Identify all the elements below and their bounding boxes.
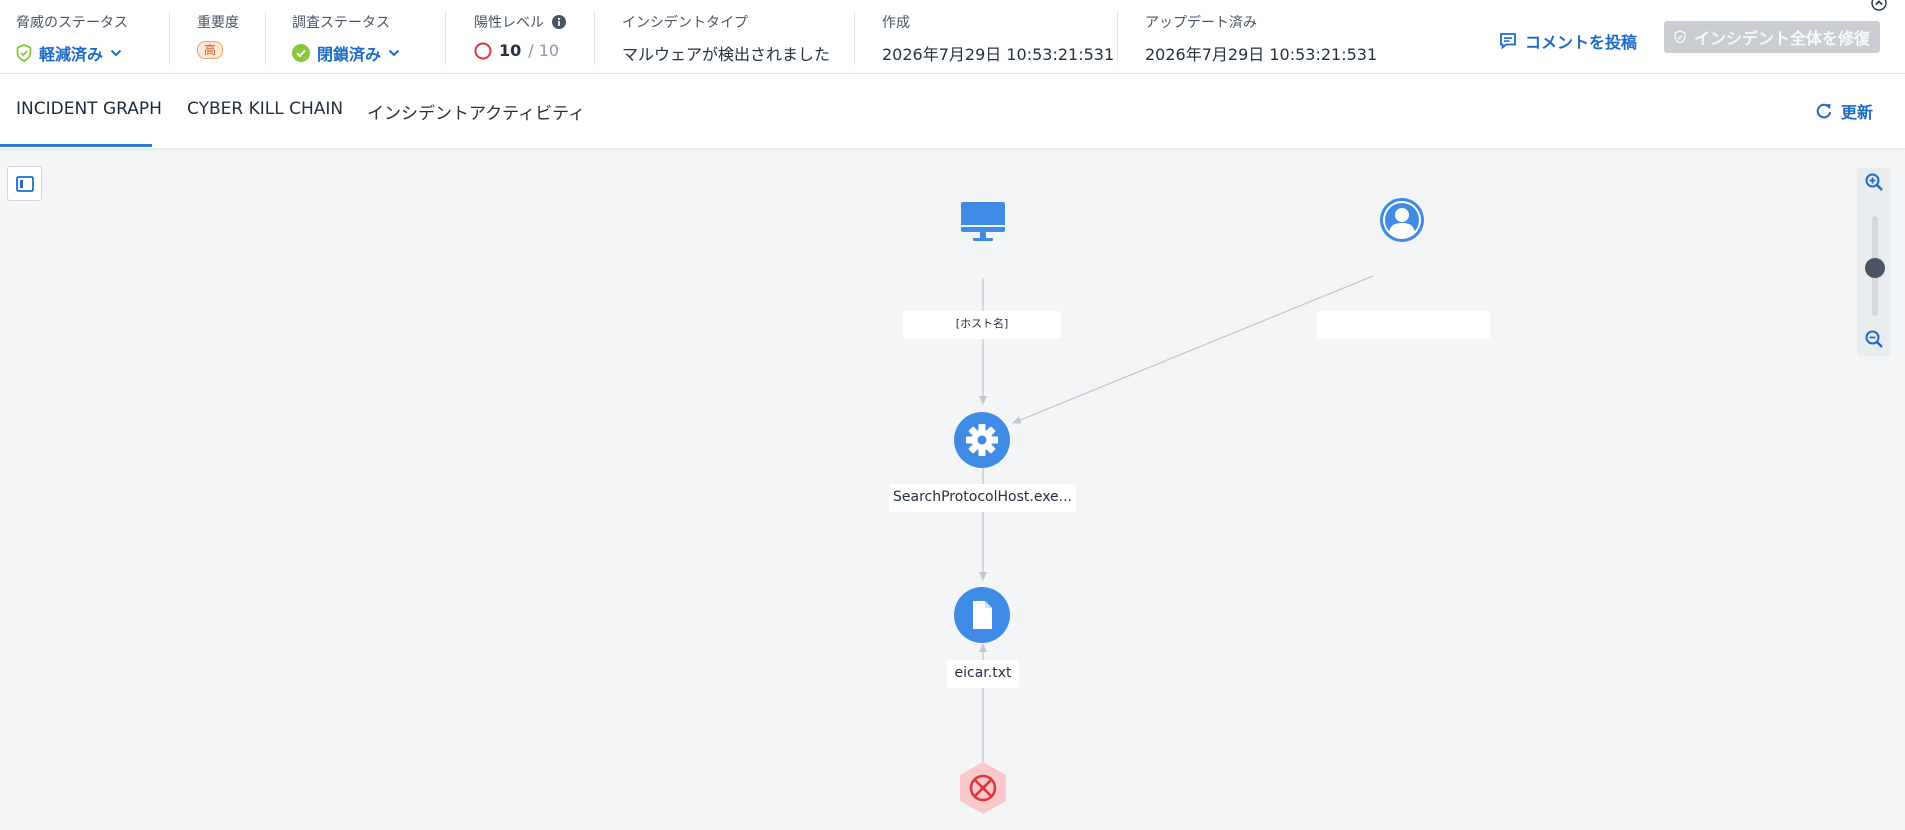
check-circle-icon xyxy=(292,44,310,62)
process-node-gear-icon[interactable] xyxy=(953,411,1011,469)
positivity-max: / 10 xyxy=(528,41,560,60)
incident-type-label: インシデントタイプ xyxy=(622,15,748,31)
tab-incident-activity[interactable]: インシデントアクティビティ xyxy=(367,99,585,124)
updated-field: アップデート済み 2026年7月29日 10:53:21:531 xyxy=(1145,12,1377,65)
edge-user-to-process xyxy=(1012,275,1374,424)
remediate-all-label: インシデント全体を修復 xyxy=(1693,29,1870,48)
investigation-status-value: 閉鎖済み xyxy=(317,45,382,64)
file-node-file-icon[interactable] xyxy=(953,586,1011,644)
refresh-button[interactable]: 更新 xyxy=(1815,99,1873,123)
refresh-icon xyxy=(1816,103,1832,119)
threat-status-field: 脅威のステータス 軽減済み xyxy=(16,12,128,65)
created-label: 作成 xyxy=(882,15,910,31)
file-node-label[interactable]: eicar.txt xyxy=(947,660,1019,688)
investigation-status-dropdown[interactable]: 閉鎖済み xyxy=(292,41,400,65)
positivity-field: 陽性レベル 10 / 10 xyxy=(474,12,566,60)
threat-status-label: 脅威のステータス xyxy=(16,15,128,31)
tab-cyber-kill-chain[interactable]: CYBER KILL CHAIN xyxy=(187,99,343,119)
divider xyxy=(265,11,266,65)
threat-status-dropdown[interactable]: 軽減済み xyxy=(16,41,128,65)
updated-value: 2026年7月29日 10:53:21:531 xyxy=(1145,45,1378,64)
shield-check-icon xyxy=(1674,30,1686,44)
severity-field: 重要度 高 xyxy=(197,12,239,59)
user-node-user-icon[interactable] xyxy=(1378,196,1426,244)
incident-graph-canvas[interactable]: [ホスト名] SearchProtocolHost.exe... eicar.t xyxy=(0,148,1905,830)
divider xyxy=(1117,11,1118,65)
positivity-value: 10 xyxy=(499,41,522,60)
active-tab-indicator xyxy=(0,144,152,147)
shield-check-icon xyxy=(16,44,32,62)
severity-badge: 高 xyxy=(197,41,224,59)
divider xyxy=(169,11,170,65)
updated-label: アップデート済み xyxy=(1145,15,1257,31)
collapse-up-icon[interactable] xyxy=(1871,0,1887,11)
positivity-ring-icon xyxy=(474,42,492,59)
post-comment-button[interactable]: コメントを投稿 xyxy=(1499,25,1637,57)
incident-header: 脅威のステータス 軽減済み 重要度 高 調査ステータス 閉鎖済み 陽性レベル 1… xyxy=(0,0,1905,74)
divider xyxy=(445,11,446,65)
post-comment-label: コメントを投稿 xyxy=(1525,33,1638,52)
investigation-status-field: 調査ステータス 閉鎖済み xyxy=(292,12,400,65)
investigation-status-label: 調査ステータス xyxy=(292,15,390,31)
host-node-monitor-icon[interactable] xyxy=(959,198,1007,246)
detection-node-threat-icon[interactable] xyxy=(957,760,1009,816)
info-icon[interactable] xyxy=(552,15,566,29)
incident-type-field: インシデントタイプ マルウェアが検出されました xyxy=(622,12,830,65)
severity-label: 重要度 xyxy=(197,15,239,31)
divider xyxy=(854,11,855,65)
divider xyxy=(594,11,595,65)
created-value: 2026年7月29日 10:53:21:531 xyxy=(882,45,1115,64)
chevron-down-icon xyxy=(110,49,122,57)
remediate-all-button[interactable]: インシデント全体を修復 xyxy=(1664,21,1880,53)
incident-tabs: INCIDENT GRAPH CYBER KILL CHAIN インシデントアク… xyxy=(0,74,1905,148)
comment-icon xyxy=(1500,33,1516,50)
tab-incident-graph[interactable]: INCIDENT GRAPH xyxy=(16,99,162,119)
created-field: 作成 2026年7月29日 10:53:21:531 xyxy=(882,12,1114,65)
user-node-label[interactable] xyxy=(1317,311,1490,339)
host-node-label[interactable]: [ホスト名] xyxy=(903,311,1061,339)
chevron-down-icon xyxy=(388,49,400,57)
positivity-label: 陽性レベル xyxy=(474,15,544,31)
process-node-label[interactable]: SearchProtocolHost.exe... xyxy=(889,484,1076,512)
refresh-label: 更新 xyxy=(1841,103,1874,122)
threat-status-value: 軽減済み xyxy=(39,45,104,64)
incident-type-value: マルウェアが検出されました xyxy=(622,45,831,64)
